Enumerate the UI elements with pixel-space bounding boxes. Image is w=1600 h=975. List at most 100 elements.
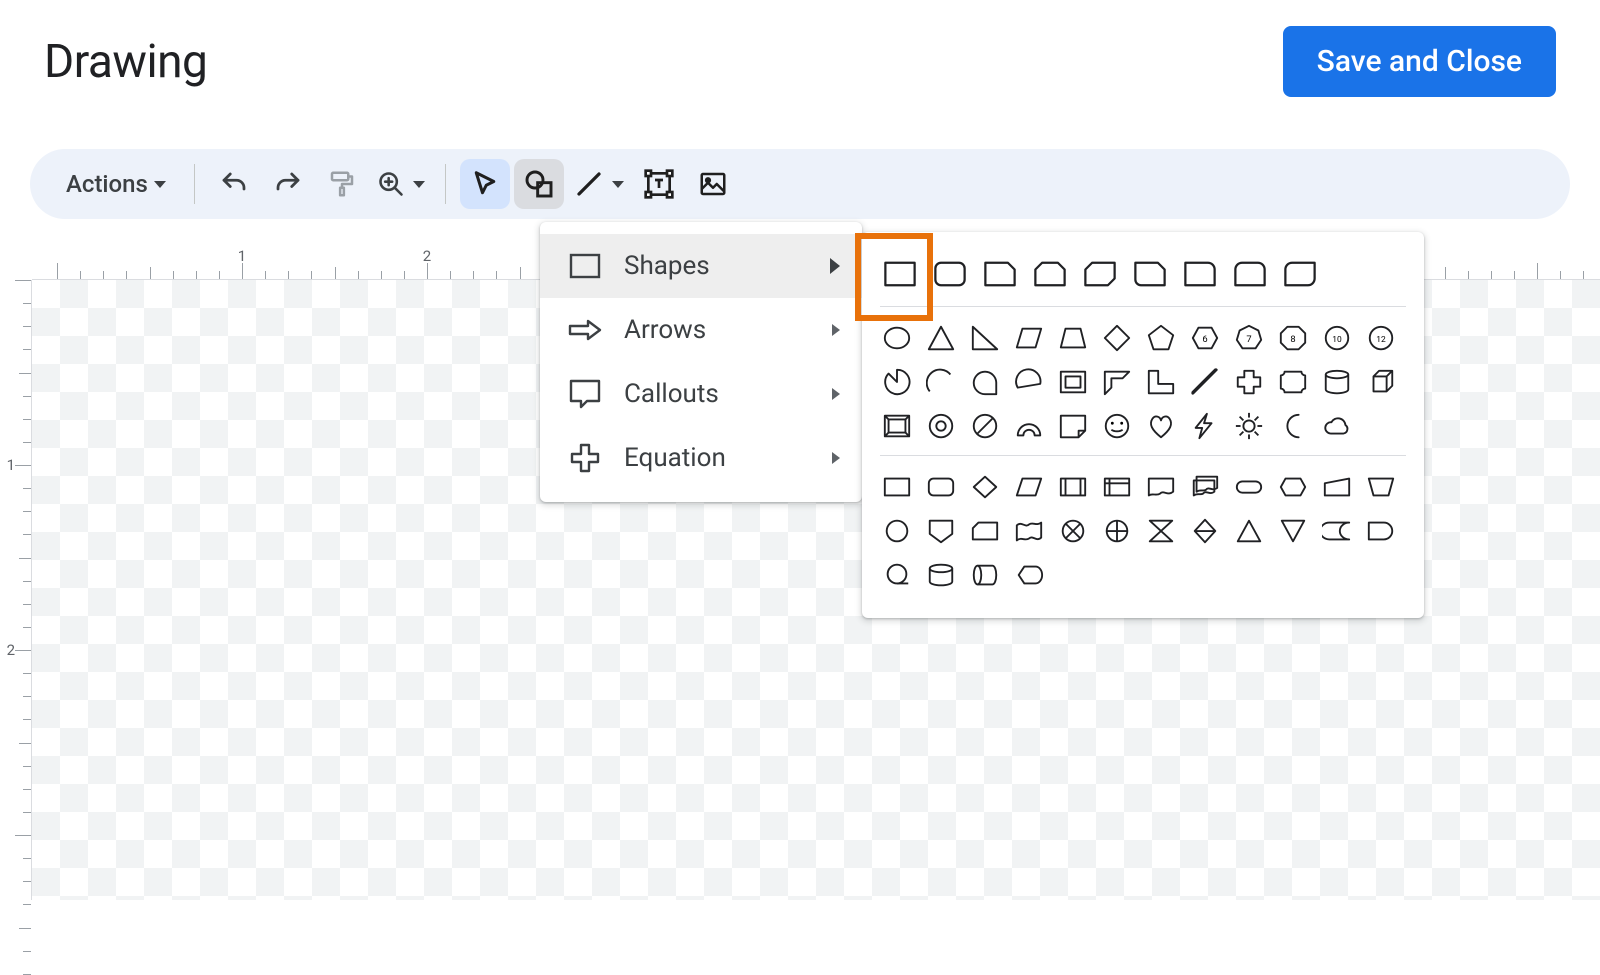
shape-parallelogram[interactable] (1012, 321, 1046, 355)
shape-flow-collate[interactable] (1144, 514, 1178, 548)
shape-heart[interactable] (1144, 409, 1178, 443)
menu-item-arrows[interactable]: Arrows (540, 298, 862, 362)
shape-snip-diagonal[interactable] (1080, 254, 1120, 294)
shape-flow-display[interactable] (1012, 558, 1046, 592)
shape-plaque[interactable] (1276, 365, 1310, 399)
shape-rectangle[interactable] (880, 254, 920, 294)
zoom-button[interactable] (371, 159, 431, 209)
shape-donut[interactable] (924, 409, 958, 443)
shape-decagon[interactable]: 10 (1320, 321, 1354, 355)
shape-flow-document[interactable] (1144, 470, 1178, 504)
shape-right-triangle[interactable] (968, 321, 1002, 355)
menu-item-shapes[interactable]: Shapes (540, 234, 862, 298)
menu-item-label: Equation (624, 443, 810, 473)
shape-flow-terminator[interactable] (1232, 470, 1266, 504)
shape-can[interactable] (1320, 365, 1354, 399)
image-button[interactable] (688, 159, 738, 209)
shape-flow-card[interactable] (968, 514, 1002, 548)
shape-flow-or[interactable] (1100, 514, 1134, 548)
shape-block-arc[interactable] (1012, 409, 1046, 443)
heptagon-icon: 7 (1234, 323, 1264, 353)
shape-triangle[interactable] (924, 321, 958, 355)
shape-moon[interactable] (1276, 409, 1310, 443)
shape-flow-decision[interactable] (968, 470, 1002, 504)
shape-flow-alt-process[interactable] (924, 470, 958, 504)
shape-folded-corner[interactable] (1056, 409, 1090, 443)
shape-chord[interactable] (1012, 365, 1046, 399)
shape-flow-summing[interactable] (1056, 514, 1090, 548)
svg-text:7: 7 (1246, 334, 1251, 345)
shape-smiley[interactable] (1100, 409, 1134, 443)
shape-cloud[interactable] (1320, 409, 1354, 443)
shape-frame[interactable] (1056, 365, 1090, 399)
shape-flow-stored-data[interactable] (1320, 514, 1354, 548)
menu-item-equation[interactable]: Equation (540, 426, 862, 490)
shape-no-symbol[interactable] (968, 409, 1002, 443)
shape-rounded-rectangle[interactable] (930, 254, 970, 294)
shape-octagon[interactable]: 8 (1276, 321, 1310, 355)
shape-snip-round-single[interactable] (1130, 254, 1170, 294)
shape-oval[interactable] (880, 321, 914, 355)
shape-heptagon[interactable]: 7 (1232, 321, 1266, 355)
shape-flow-manual-input[interactable] (1320, 470, 1354, 504)
shape-flow-seq-access[interactable] (880, 558, 914, 592)
shape-flow-internal-storage[interactable] (1100, 470, 1134, 504)
shape-flow-delay[interactable] (1364, 514, 1398, 548)
shape-flow-magnetic-disk[interactable] (924, 558, 958, 592)
shape-teardrop[interactable] (968, 365, 1002, 399)
menu-item-callouts[interactable]: Callouts (540, 362, 862, 426)
shape-lightning[interactable] (1188, 409, 1222, 443)
shape-trapezoid[interactable] (1056, 321, 1090, 355)
paint-format-button[interactable] (317, 159, 367, 209)
shape-flow-direct-access[interactable] (968, 558, 1002, 592)
select-tool-button[interactable] (460, 159, 510, 209)
shape-half-frame[interactable] (1100, 365, 1134, 399)
shape-sun[interactable] (1232, 409, 1266, 443)
shape-round-diagonal[interactable] (1280, 254, 1320, 294)
shape-diamond[interactable] (1100, 321, 1134, 355)
actions-menu-button[interactable]: Actions (52, 159, 180, 209)
shape-cube[interactable] (1364, 365, 1398, 399)
shape-tool-button[interactable] (514, 159, 564, 209)
shape-dodecagon[interactable]: 12 (1364, 321, 1398, 355)
submenu-arrow-icon (832, 388, 840, 400)
shape-bevel[interactable] (880, 409, 914, 443)
shape-flow-multidocument[interactable] (1188, 470, 1222, 504)
undo-button[interactable] (209, 159, 259, 209)
shape-flow-punched-tape[interactable] (1012, 514, 1046, 548)
shape-round-single-corner[interactable] (1180, 254, 1220, 294)
shape-flow-predefined[interactable] (1056, 470, 1090, 504)
shape-flow-connector[interactable] (880, 514, 914, 548)
shape-flow-merge[interactable] (1276, 514, 1310, 548)
shape-hexagon[interactable]: 6 (1188, 321, 1222, 355)
diagonal-stripe-icon (1190, 367, 1220, 397)
shape-arc[interactable] (924, 365, 958, 399)
flow-collate-icon (1146, 516, 1176, 546)
line-tool-button[interactable] (568, 159, 630, 209)
shape-snip-same-side[interactable] (1030, 254, 1070, 294)
redo-button[interactable] (263, 159, 313, 209)
shape-cross[interactable] (1232, 365, 1266, 399)
flow-offpage-icon (926, 516, 956, 546)
shape-flow-process[interactable] (880, 470, 914, 504)
shape-pie[interactable] (880, 365, 914, 399)
folded-corner-icon (1058, 411, 1088, 441)
shape-l-shape[interactable] (1144, 365, 1178, 399)
octagon-icon: 8 (1278, 323, 1308, 353)
plus-outline-icon (568, 443, 602, 473)
shape-snip-single-corner[interactable] (980, 254, 1020, 294)
shape-flow-data[interactable] (1012, 470, 1046, 504)
snip-single-corner-icon (982, 256, 1018, 292)
shape-flow-extract[interactable] (1232, 514, 1266, 548)
shape-round-same-side[interactable] (1230, 254, 1270, 294)
save-and-close-button[interactable]: Save and Close (1283, 26, 1556, 97)
shape-flow-manual-operation[interactable] (1364, 470, 1398, 504)
shape-flow-sort[interactable] (1188, 514, 1222, 548)
shape-pentagon[interactable] (1144, 321, 1178, 355)
menu-item-label: Shapes (624, 251, 808, 281)
speech-bubble-icon (568, 379, 602, 409)
shape-flow-offpage[interactable] (924, 514, 958, 548)
shape-flow-preparation[interactable] (1276, 470, 1310, 504)
shape-diagonal-stripe[interactable] (1188, 365, 1222, 399)
text-box-button[interactable] (634, 159, 684, 209)
